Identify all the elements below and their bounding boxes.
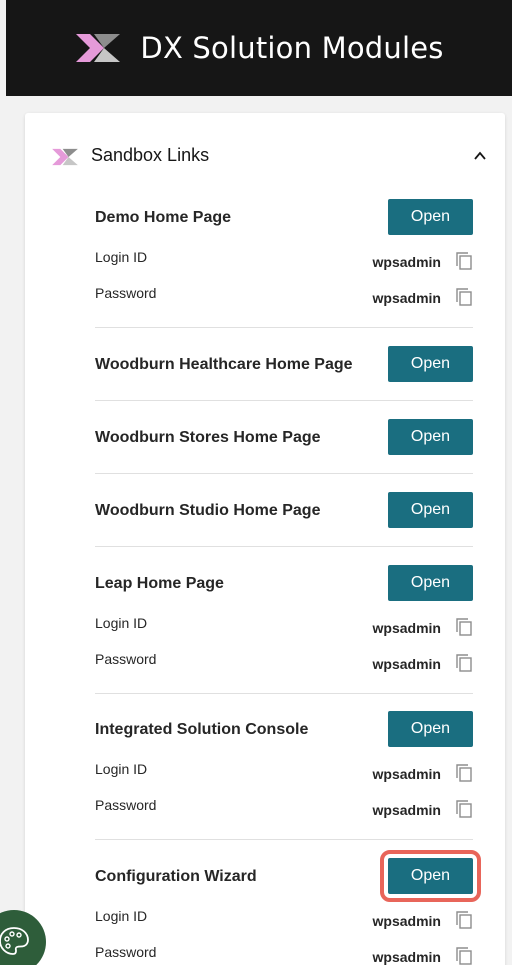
copy-icon[interactable] — [455, 910, 473, 930]
login-id-label: Login ID — [95, 249, 148, 265]
login-id-value: wpsadmin — [372, 913, 441, 929]
accordion-header[interactable]: Sandbox Links — [25, 141, 505, 171]
password-value: wpsadmin — [372, 949, 441, 965]
list-item-leap-home: Leap Home Page Open Login ID wpsadmin Pa… — [95, 565, 473, 695]
dx-logo-icon — [52, 148, 78, 166]
open-button[interactable]: Open — [388, 346, 473, 382]
divider — [95, 400, 473, 401]
item-title: Woodburn Studio Home Page — [95, 502, 321, 519]
copy-icon[interactable] — [455, 287, 473, 307]
open-button[interactable]: Open — [388, 565, 473, 601]
login-id-value: wpsadmin — [372, 766, 441, 782]
login-id-value: wpsadmin — [372, 254, 441, 270]
login-id-value: wpsadmin — [372, 620, 441, 636]
copy-icon[interactable] — [455, 946, 473, 965]
item-title: Configuration Wizard — [95, 868, 257, 885]
open-button[interactable]: Open — [388, 199, 473, 235]
app-header: DX Solution Modules — [6, 0, 512, 96]
open-button[interactable]: Open — [388, 492, 473, 528]
sandbox-links-card: Sandbox Links Demo Home Page Open Login … — [25, 113, 505, 965]
item-title: Leap Home Page — [95, 575, 224, 592]
divider — [95, 693, 473, 694]
app-title: DX Solution Modules — [140, 31, 444, 65]
copy-icon[interactable] — [455, 251, 473, 271]
item-title: Demo Home Page — [95, 209, 232, 226]
password-label: Password — [95, 797, 157, 813]
copy-icon[interactable] — [455, 653, 473, 673]
list-item-woodburn-studio: Woodburn Studio Home Page Open — [95, 492, 473, 547]
divider — [95, 327, 473, 328]
password-value: wpsadmin — [372, 290, 441, 306]
open-button[interactable]: Open — [388, 711, 473, 747]
list-item-configuration-wizard: Configuration Wizard Open Login ID wpsad… — [95, 850, 481, 965]
item-title: Woodburn Stores Home Page — [95, 429, 321, 446]
list-item-woodburn-healthcare: Woodburn Healthcare Home Page Open — [95, 346, 473, 401]
copy-icon[interactable] — [455, 799, 473, 819]
password-value: wpsadmin — [372, 656, 441, 672]
list-item-integrated-solution-console: Integrated Solution Console Open Login I… — [95, 711, 473, 841]
copy-icon[interactable] — [455, 763, 473, 783]
password-label: Password — [95, 944, 157, 960]
login-id-label: Login ID — [95, 615, 148, 631]
list-item-demo-home: Demo Home Page Open Login ID wpsadmin Pa… — [95, 199, 473, 329]
open-button[interactable]: Open — [388, 419, 473, 455]
password-label: Password — [95, 285, 157, 301]
password-value: wpsadmin — [372, 802, 441, 818]
divider — [95, 839, 473, 840]
login-id-label: Login ID — [95, 908, 148, 924]
copy-icon[interactable] — [455, 617, 473, 637]
item-title: Integrated Solution Console — [95, 721, 309, 738]
list-item-woodburn-stores: Woodburn Stores Home Page Open — [95, 419, 473, 474]
login-id-label: Login ID — [95, 761, 148, 777]
section-title: Sandbox Links — [91, 145, 210, 165]
open-button[interactable]: Open — [380, 850, 481, 902]
dx-logo-icon — [76, 34, 121, 62]
item-title: Woodburn Healthcare Home Page — [95, 356, 353, 373]
divider — [95, 546, 473, 547]
password-label: Password — [95, 651, 157, 667]
divider — [95, 473, 473, 474]
chevron-up-icon[interactable] — [473, 149, 487, 163]
palette-icon — [0, 927, 29, 955]
